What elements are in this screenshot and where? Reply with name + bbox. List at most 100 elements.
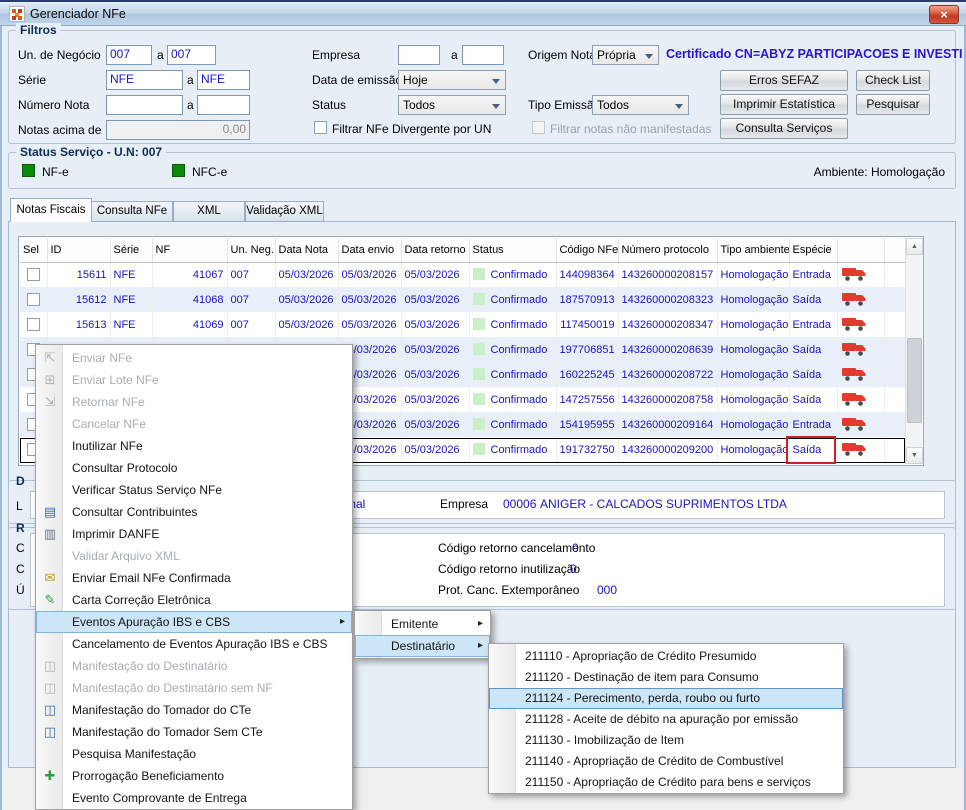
filtrar-divergente-checkbox[interactable]: [314, 121, 327, 134]
submenu-item-211120[interactable]: 211120 - Destinação de item para Consumo: [489, 667, 843, 688]
combo-arrow-icon: [675, 104, 683, 109]
header-un-neg[interactable]: Un. Neg.: [227, 238, 276, 263]
truck-icon: [841, 442, 865, 456]
row-checkbox[interactable]: [26, 293, 40, 306]
menu-item-cancelamento-eventos[interactable]: Cancelamento de Eventos Apuração IBS e C…: [36, 633, 352, 655]
submenu-item-211150[interactable]: 211150 - Apropriação de Crédito para ben…: [489, 772, 843, 793]
submenu-item-211128[interactable]: 211128 - Aceite de débito na apuração po…: [489, 709, 843, 730]
row-checkbox[interactable]: [26, 268, 40, 282]
ambiente-label: Ambiente: Homologação: [813, 165, 945, 179]
menu-item-enviar-nfe: ⇱ Enviar NFe: [36, 347, 352, 369]
menu-item-carta-correcao[interactable]: ✎ Carta Correção Eletrônica: [36, 589, 352, 611]
table-row[interactable]: 15612 NFE 41068 007 05/03/2026 05/03/202…: [20, 287, 906, 312]
data-emissao-select[interactable]: Hoje: [398, 70, 506, 90]
un-negocio-from-input[interactable]: 007: [106, 45, 152, 65]
extemporaneo-value: 000: [597, 583, 618, 597]
menu-item-consultar-contribuintes[interactable]: ▤ Consultar Contribuintes: [36, 501, 352, 523]
menu-item-verificar-status-servico[interactable]: Verificar Status Serviço NFe: [36, 479, 352, 501]
menu-item-pesquisa-manifestacao[interactable]: Pesquisa Manifestação: [36, 743, 352, 765]
combo-arrow-icon: [645, 54, 653, 59]
header-serie[interactable]: Série: [110, 238, 153, 263]
row-checkbox[interactable]: [26, 318, 40, 331]
nfce-status-led-icon: [172, 164, 185, 177]
scrollbar-down-icon[interactable]: ▼: [906, 447, 923, 464]
numero-nota-to-input[interactable]: [197, 95, 250, 115]
header-id[interactable]: ID: [47, 238, 111, 263]
header-nf[interactable]: NF: [152, 238, 228, 263]
status-filter-value: Todos: [403, 98, 436, 112]
status-square-icon: [472, 293, 485, 305]
menu-item-enviar-lote-nfe: ⊞ Enviar Lote NFe: [36, 369, 352, 391]
serie-from-input[interactable]: NFE: [106, 70, 183, 90]
range-separator: a: [187, 98, 194, 112]
manifest-doc-icon: ◫: [43, 680, 57, 695]
pesquisar-button[interactable]: Pesquisar: [856, 94, 930, 115]
header-data-retorno[interactable]: Data retorno: [401, 238, 470, 263]
header-tipo-ambiente[interactable]: Tipo ambiente: [717, 238, 790, 263]
origem-nota-select[interactable]: Própria: [592, 45, 659, 65]
empresa-from-input[interactable]: [398, 45, 440, 65]
menu-item-cancelar-nfe: Cancelar NFe: [72, 417, 147, 431]
tab-notas-fiscais[interactable]: Notas Fiscais: [10, 198, 92, 222]
un-negocio-label: Un. de Negócio: [18, 48, 101, 62]
tipo-emissao-value: Todos: [597, 98, 630, 112]
data-emissao-label: Data de emissão: [312, 73, 403, 87]
tipo-emissao-select[interactable]: Todos: [592, 95, 689, 115]
menu-item-prorrogacao-beneficiamento[interactable]: ✚ Prorrogação Beneficiamento: [36, 765, 352, 787]
header-especie[interactable]: Espécie: [789, 238, 838, 263]
submenu-item-211140[interactable]: 211140 - Apropriação de Crédito de Combu…: [489, 751, 843, 772]
scrollbar-up-icon[interactable]: ▲: [906, 238, 923, 255]
header-data-envio[interactable]: Data envio: [338, 238, 402, 263]
detail-label-fragment: C: [16, 541, 25, 555]
submenu-item-211130[interactable]: 211130 - Imobilização de Item: [489, 730, 843, 751]
grid-scrollbar[interactable]: ▲ ▼: [905, 238, 923, 464]
origem-nota-value: Própria: [597, 48, 636, 62]
table-row[interactable]: 15613 NFE 41069 007 05/03/2026 05/03/202…: [20, 312, 906, 337]
erros-sefaz-button[interactable]: Erros SEFAZ: [720, 70, 848, 91]
serie-label: Série: [18, 73, 47, 87]
status-square-icon: [472, 343, 485, 355]
submenu-item-destinatario[interactable]: Destinatário ▸: [355, 635, 490, 657]
monitor-icon: ◫: [43, 724, 57, 739]
tab-consulta-nfe[interactable]: Consulta NFe: [91, 201, 173, 222]
menu-item-manifestacao-tomador-cte[interactable]: ◫ Manifestação do Tomador do CTe: [36, 699, 352, 721]
tab-validacao-xml[interactable]: Validação XML: [245, 201, 324, 222]
submenu-item-211110[interactable]: 211110 - Apropriação de Crédito Presumid…: [489, 646, 843, 667]
menu-item-evento-comprovante-entrega[interactable]: Evento Comprovante de Entrega: [36, 787, 352, 809]
header-status[interactable]: Status: [469, 238, 557, 263]
menu-item-enviar-email[interactable]: ✉ Enviar Email NFe Confirmada: [36, 567, 352, 589]
imprimir-estatistica-button[interactable]: Imprimir Estatística: [720, 94, 848, 115]
data-emissao-value: Hoje: [403, 73, 428, 87]
consulta-servicos-button[interactable]: Consulta Serviços: [720, 118, 848, 139]
nfe-context-menu: ⇱ Enviar NFe ⊞ Enviar Lote NFe ⇲ Retornar N…: [35, 344, 353, 810]
scrollbar-thumb[interactable]: [907, 338, 922, 423]
menu-item-imprimir-danfe[interactable]: ▥ Imprimir DANFE: [36, 523, 352, 545]
status-square-icon: [472, 418, 485, 430]
submenu-item-211124[interactable]: 211124 - Perecimento, perda, roubo ou fu…: [489, 688, 843, 709]
menu-item-eventos-apuracao[interactable]: Eventos Apuração IBS e CBS ▸: [36, 611, 352, 633]
un-negocio-to-input[interactable]: 007: [167, 45, 216, 65]
app-icon: [9, 6, 25, 22]
menu-item-manifestacao-destinatario: ◫ Manifestação do Destinatário: [36, 655, 352, 677]
menu-item-consultar-protocolo[interactable]: Consultar Protocolo: [36, 457, 352, 479]
header-sel[interactable]: Sel: [20, 238, 48, 263]
table-row[interactable]: 15611 NFE 41067 007 05/03/2026 05/03/202…: [20, 262, 906, 287]
status-select[interactable]: Todos: [398, 95, 506, 115]
close-button[interactable]: ×: [929, 5, 959, 24]
titlebar[interactable]: Gerenciador NFe ×: [0, 0, 966, 26]
header-codigo-nfe[interactable]: Código NFe: [556, 238, 619, 263]
tab-xml[interactable]: XML: [173, 201, 245, 222]
empresa-to-input[interactable]: [462, 45, 504, 65]
numero-nota-from-input[interactable]: [106, 95, 183, 115]
submenu-arrow-icon: ▸: [477, 640, 483, 651]
header-data-nota[interactable]: Data Nota: [275, 238, 339, 263]
menu-item-manifestacao-tomador-sem-cte[interactable]: ◫ Manifestação do Tomador Sem CTe: [36, 721, 352, 743]
menu-item-inutilizar-nfe[interactable]: Inutilizar NFe: [36, 435, 352, 457]
detail-group2-label-fragment: R: [16, 521, 25, 535]
serie-to-input[interactable]: NFE: [197, 70, 250, 90]
email-icon: ✉: [44, 570, 56, 585]
check-list-button[interactable]: Check List: [856, 70, 930, 91]
header-numero-protocolo[interactable]: Número protocolo: [618, 238, 718, 263]
filtrar-divergente-label: Filtrar NFe Divergente por UN: [332, 122, 492, 136]
submenu-item-emitente[interactable]: Emitente ▸: [355, 613, 490, 635]
